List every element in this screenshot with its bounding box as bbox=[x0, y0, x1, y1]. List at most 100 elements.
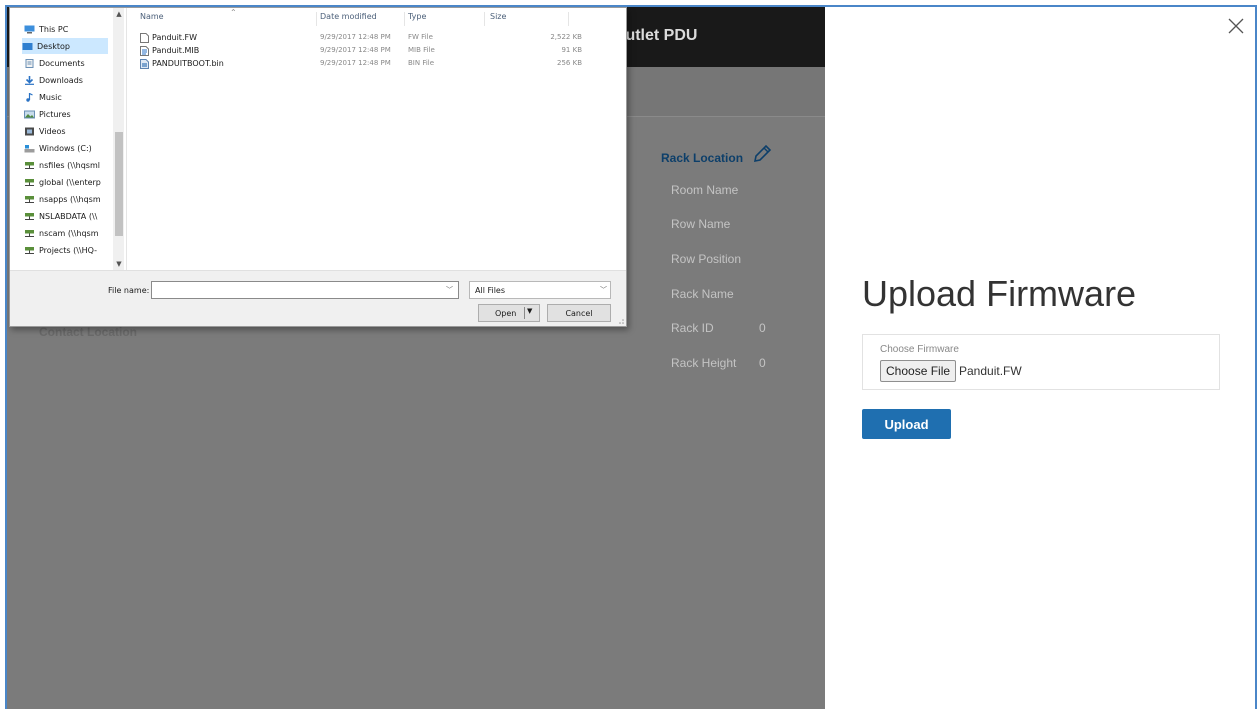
rack-id-value: 0 bbox=[759, 321, 766, 335]
column-separator bbox=[568, 12, 569, 26]
nav-item-label: This PC bbox=[39, 24, 69, 34]
network-drive-icon bbox=[25, 161, 34, 169]
file-date: 9/29/2017 12:48 PM bbox=[320, 46, 391, 54]
nav-scroll-thumb[interactable] bbox=[115, 132, 123, 236]
nav-item-network-drive[interactable]: nsfiles (\\hqsml bbox=[24, 157, 120, 173]
music-icon bbox=[26, 92, 33, 102]
chevron-down-icon[interactable]: ﹀ bbox=[446, 285, 453, 295]
chosen-file-name: Panduit.FW bbox=[959, 364, 1022, 378]
nav-item-network-drive[interactable]: NSLABDATA (\\ bbox=[24, 208, 120, 224]
nav-item-this-pc[interactable]: This PC bbox=[24, 21, 120, 37]
file-name-input[interactable] bbox=[151, 281, 459, 299]
nav-item-downloads[interactable]: Downloads bbox=[24, 72, 120, 88]
firmware-file-field: Choose Firmware Choose File Panduit.FW bbox=[862, 334, 1220, 390]
nav-item-label: nscam (\\hqsm bbox=[39, 228, 99, 238]
nav-item-label: NSLABDATA (\\ bbox=[39, 211, 98, 221]
file-list-header: ⌃ Name Date modified Type Size bbox=[128, 8, 570, 30]
nav-item-desktop[interactable]: Desktop bbox=[22, 38, 108, 54]
file-row[interactable]: PANDUITBOOT.bin 9/29/2017 12:48 PM BIN F… bbox=[128, 58, 582, 70]
nav-item-label: Desktop bbox=[37, 41, 70, 51]
drive-icon bbox=[24, 144, 35, 152]
column-header-type[interactable]: Type bbox=[408, 12, 426, 21]
column-separator bbox=[484, 12, 485, 26]
network-drive-icon bbox=[25, 246, 34, 254]
nav-item-network-drive[interactable]: Projects (\\HQ- bbox=[24, 242, 120, 258]
chevron-down-icon[interactable]: ﹀ bbox=[600, 285, 607, 295]
close-icon[interactable] bbox=[1227, 17, 1245, 35]
upload-firmware-modal: Upload Firmware Choose Firmware Choose F… bbox=[825, 7, 1255, 709]
sort-up-icon: ⌃ bbox=[230, 8, 237, 17]
pictures-icon bbox=[24, 110, 35, 118]
rack-height-value: 0 bbox=[759, 356, 766, 370]
file-row[interactable]: Panduit.FW 9/29/2017 12:48 PM FW File 2,… bbox=[128, 32, 582, 44]
rack-location-title: Rack Location bbox=[661, 151, 744, 165]
nav-item-label: Music bbox=[39, 92, 62, 102]
nav-item-label: Downloads bbox=[39, 75, 83, 85]
split-button-divider bbox=[524, 307, 525, 319]
column-header-date[interactable]: Date modified bbox=[320, 12, 377, 21]
file-row[interactable]: Panduit.MIB 9/29/2017 12:48 PM MIB File … bbox=[128, 45, 582, 57]
nav-item-videos[interactable]: Videos bbox=[24, 123, 120, 139]
nav-item-label: global (\\enterp bbox=[39, 177, 101, 187]
file-open-dialog: This PC Desktop Documents Downloads Musi… bbox=[9, 7, 627, 327]
file-type-select[interactable]: All Files bbox=[469, 281, 611, 299]
file-size: 91 KB bbox=[561, 46, 582, 54]
file-type: FW File bbox=[408, 33, 433, 41]
downloads-icon bbox=[25, 75, 34, 85]
file-name: Panduit.MIB bbox=[152, 46, 200, 55]
pencil-icon[interactable] bbox=[751, 143, 773, 165]
rack-field-label: Room Name bbox=[671, 183, 739, 197]
choose-file-button[interactable]: Choose File bbox=[880, 360, 957, 382]
file-type: MIB File bbox=[408, 46, 435, 54]
nav-item-music[interactable]: Music bbox=[24, 89, 120, 105]
videos-icon bbox=[25, 127, 34, 135]
file-name: PANDUITBOOT.bin bbox=[152, 59, 224, 68]
column-header-size[interactable]: Size bbox=[490, 12, 506, 21]
column-separator bbox=[316, 12, 317, 26]
modal-title: Upload Firmware bbox=[862, 273, 1137, 314]
scroll-up-arrow-icon[interactable]: ▲ bbox=[113, 10, 124, 18]
resize-grip-icon[interactable] bbox=[616, 316, 624, 324]
blank-file-icon bbox=[140, 33, 149, 43]
computer-icon bbox=[24, 25, 35, 33]
nav-item-label: Documents bbox=[39, 58, 85, 68]
network-drive-icon bbox=[25, 178, 34, 186]
nav-item-documents[interactable]: Documents bbox=[24, 55, 120, 71]
rack-field-label: Rack Height bbox=[671, 356, 737, 370]
nav-item-label: Pictures bbox=[39, 109, 71, 119]
documents-icon bbox=[25, 58, 34, 68]
open-button-label: Open bbox=[495, 309, 517, 318]
rack-field-label: Row Name bbox=[671, 217, 731, 231]
nav-item-windows-c[interactable]: Windows (C:) bbox=[24, 140, 120, 156]
nav-scrollbar[interactable]: ▲ ▼ bbox=[113, 8, 124, 270]
contact-location-label: Contact Location bbox=[39, 325, 137, 339]
nav-item-network-drive[interactable]: nscam (\\hqsm bbox=[24, 225, 120, 241]
navigation-pane: This PC Desktop Documents Downloads Musi… bbox=[10, 8, 124, 270]
file-name: Panduit.FW bbox=[152, 33, 197, 42]
nav-item-label: Projects (\\HQ- bbox=[39, 245, 98, 255]
text-file-icon bbox=[140, 46, 149, 56]
scroll-down-arrow-icon[interactable]: ▼ bbox=[113, 260, 124, 268]
upload-button[interactable]: Upload bbox=[862, 409, 951, 439]
cancel-button[interactable]: Cancel bbox=[547, 304, 611, 322]
file-size: 2,522 KB bbox=[550, 33, 582, 41]
browser-window: Outlet PDU Rack Location Room Name Row N… bbox=[5, 5, 1257, 709]
dialog-bottom-bar: File name: ﹀ All Files ﹀ Open ▼ Cancel bbox=[10, 270, 626, 326]
nav-item-label: Windows (C:) bbox=[39, 143, 92, 153]
network-drive-icon bbox=[25, 212, 34, 220]
column-separator bbox=[404, 12, 405, 26]
file-size: 256 KB bbox=[557, 59, 582, 67]
nav-item-pictures[interactable]: Pictures bbox=[24, 106, 120, 122]
desktop-icon bbox=[22, 42, 33, 50]
column-header-name[interactable]: Name bbox=[140, 12, 164, 21]
nav-item-network-drive[interactable]: global (\\enterp bbox=[24, 174, 120, 190]
dropdown-arrow-icon[interactable]: ▼ bbox=[527, 307, 532, 315]
firmware-field-label: Choose Firmware bbox=[880, 344, 959, 355]
file-date: 9/29/2017 12:48 PM bbox=[320, 33, 391, 41]
nav-item-label: Videos bbox=[39, 126, 66, 136]
rack-field-label: Rack ID bbox=[671, 321, 714, 335]
rack-field-label: Row Position bbox=[671, 252, 742, 266]
nav-item-network-drive[interactable]: nsapps (\\hqsm bbox=[24, 191, 120, 207]
file-type: BIN File bbox=[408, 59, 435, 67]
rack-field-label: Rack Name bbox=[671, 287, 734, 301]
